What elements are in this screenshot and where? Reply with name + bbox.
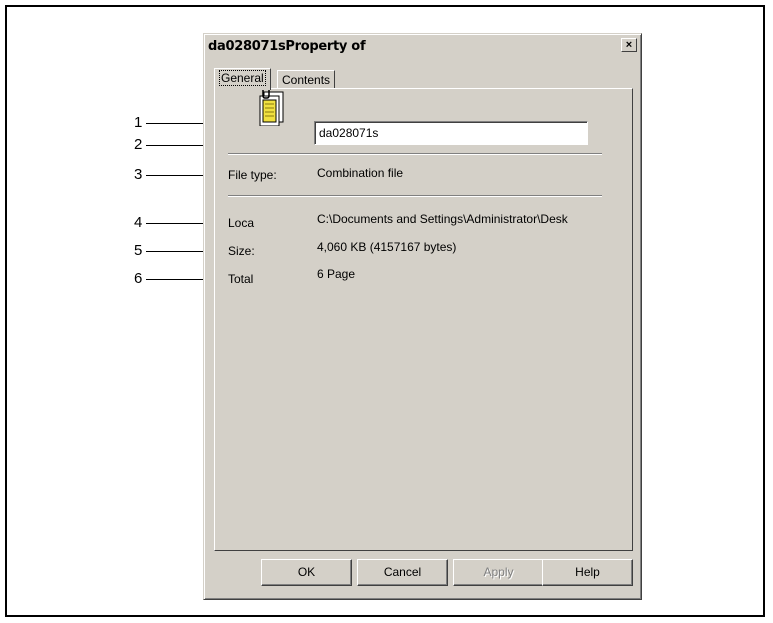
callout-number: 2 (134, 136, 143, 153)
close-icon: × (625, 39, 633, 51)
dialog-title: da028071sProperty of (208, 39, 366, 54)
help-button[interactable]: Help (542, 559, 633, 586)
tab-contents-label: Contents (282, 73, 331, 87)
location-value: C:\Documents and Settings\Administrator\… (317, 212, 568, 226)
properties-dialog: da028071sProperty of × General Contents … (203, 33, 642, 600)
callout-number: 6 (134, 270, 143, 287)
combination-file-icon (259, 87, 284, 126)
location-label: Loca (228, 216, 255, 230)
file-type-value: Combination file (317, 166, 404, 180)
title-bar[interactable]: da028071sProperty of × (206, 36, 639, 56)
general-tab-panel (214, 88, 633, 551)
close-button[interactable]: × (621, 38, 637, 52)
divider (228, 195, 602, 197)
size-label: Size: (228, 244, 255, 258)
callout-number: 3 (134, 166, 143, 183)
total-pages-label: Total (228, 272, 254, 286)
size-value: 4,060 KB (4157167 bytes) (317, 240, 457, 254)
callout-number: 4 (134, 214, 143, 231)
tab-general[interactable]: General (214, 68, 271, 90)
callout-number: 5 (134, 242, 143, 259)
apply-button[interactable]: Apply (453, 559, 544, 586)
divider (228, 153, 602, 155)
callout-number: 1 (134, 114, 143, 131)
filename-field[interactable]: da028071s (314, 121, 588, 145)
ok-button[interactable]: OK (261, 559, 352, 586)
total-pages-value: 6 Page (317, 267, 356, 281)
tab-general-label: General (219, 70, 266, 86)
cancel-button[interactable]: Cancel (357, 559, 448, 586)
file-type-label: File type: (228, 168, 277, 182)
